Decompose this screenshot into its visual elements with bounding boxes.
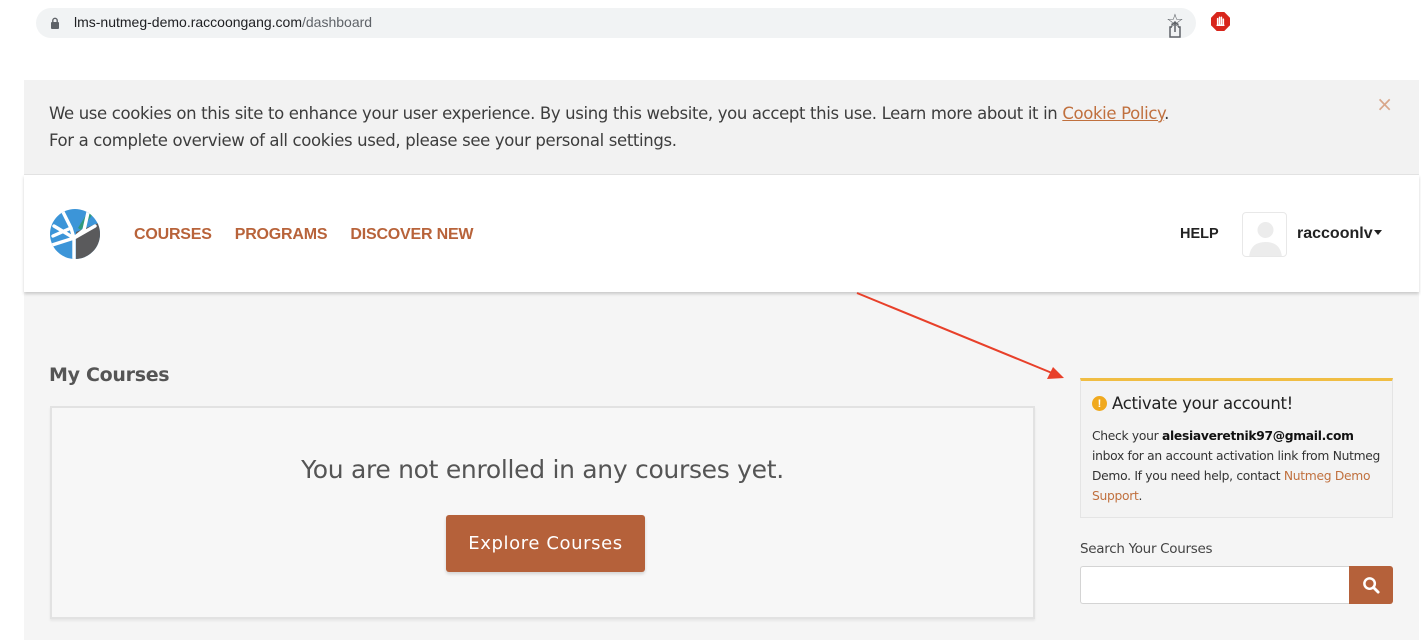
lock-icon[interactable] [50,17,60,29]
cookie-policy-link[interactable]: Cookie Policy [1062,104,1164,123]
activate-message: Check your alesiaveretnik97@gmail.com in… [1092,426,1387,506]
page: We use cookies on this site to enhance y… [24,80,1419,640]
user-placeholder-icon [1249,222,1282,256]
cookie-banner: We use cookies on this site to enhance y… [24,80,1419,175]
nav-courses[interactable]: COURSES [134,226,212,244]
cookie-message: We use cookies on this site to enhance y… [49,100,1169,154]
main-nav: COURSES PROGRAMS DISCOVER NEW [134,226,474,244]
site-header: COURSES PROGRAMS DISCOVER NEW HELP racco… [24,175,1419,292]
warning-icon: ! [1092,396,1107,411]
cookie-line-2: For a complete overview of all cookies u… [49,131,677,150]
close-icon[interactable]: × [1376,92,1393,116]
url-path: /dashboard [302,14,373,30]
avatar[interactable] [1242,212,1287,257]
url-text[interactable]: lms-nutmeg-demo.raccoongang.com/dashboar… [74,14,372,30]
activate-prefix: Check your [1092,429,1162,443]
url-host: lms-nutmeg-demo.raccoongang.com [74,14,302,30]
user-menu-caret-icon[interactable] [1374,230,1382,235]
address-bar[interactable]: lms-nutmeg-demo.raccoongang.com/dashboar… [36,8,1196,38]
activate-title-row: ! Activate your account! [1092,394,1293,413]
nav-discover-new[interactable]: DISCOVER NEW [350,226,473,244]
search-courses-label: Search Your Courses [1080,541,1213,557]
username[interactable]: raccoonlv [1297,225,1373,243]
explore-courses-button[interactable]: Explore Courses [446,515,645,572]
search-icon [1362,576,1380,594]
activate-heading: Activate your account! [1112,394,1293,413]
bookmark-star-icon[interactable]: ☆ [1166,10,1184,32]
search-button[interactable] [1349,566,1393,604]
nav-programs[interactable]: PROGRAMS [235,226,328,244]
my-courses-heading: My Courses [49,364,170,386]
search-courses-input[interactable] [1080,566,1350,604]
cookie-line-1-end: . [1164,104,1170,123]
activation-email: alesiaveretnik97@gmail.com [1162,429,1354,443]
empty-courses-message: You are not enrolled in any courses yet. [301,455,784,484]
activate-suffix: . [1138,489,1143,503]
browser-toolbar: lms-nutmeg-demo.raccoongang.com/dashboar… [0,0,1421,46]
cookie-line-1: We use cookies on this site to enhance y… [49,104,1063,123]
nutmeg-logo[interactable] [49,208,101,260]
adblock-extension-icon[interactable] [1211,12,1230,31]
activate-account-notice: ! Activate your account! Check your ales… [1080,378,1393,518]
courses-empty-panel: You are not enrolled in any courses yet.… [50,406,1035,619]
help-link[interactable]: HELP [1180,226,1219,242]
